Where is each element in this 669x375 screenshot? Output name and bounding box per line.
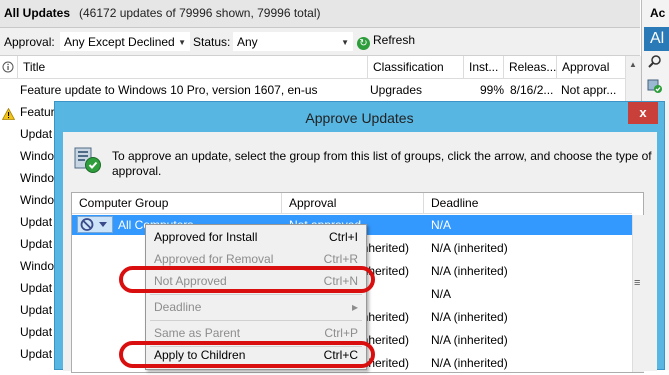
results-titlebar: All Updates (46172 updates of 79996 show… (0, 0, 640, 28)
close-button[interactable]: x (628, 102, 658, 124)
approve-action-icon[interactable] (647, 78, 663, 97)
highlight-oval-not-approved (119, 266, 375, 293)
menu-separator (150, 320, 362, 321)
menu-item-deadline[interactable]: Deadline ▸ (154, 296, 358, 318)
approve-updates-icon (73, 144, 103, 174)
grid-header-approval[interactable]: Approval (282, 193, 424, 214)
refresh-icon: ↻ (357, 37, 370, 50)
info-column-icon (0, 56, 17, 78)
close-icon: x (639, 105, 647, 120)
refresh-button[interactable]: ↻ Refresh (357, 33, 415, 50)
filter-bar: Approval: Any Except Declined ▼ Status: … (0, 28, 640, 56)
actions-header: Ac (650, 6, 666, 20)
chevron-down-icon: ▼ (341, 38, 349, 47)
column-classification[interactable]: Classification (367, 56, 463, 78)
view-title: All Updates (4, 6, 71, 20)
updates-table-header: Title Classification Inst... Releas... A… (0, 56, 640, 79)
table-row[interactable]: Feature update to Windows 10 Pro, versio… (0, 79, 640, 101)
scroll-grip-icon[interactable]: ≡ (634, 277, 640, 289)
chevron-down-icon: ▼ (178, 38, 186, 47)
dialog-title: Approve Updates (305, 110, 414, 126)
highlight-oval-apply-to-children (119, 341, 375, 368)
approval-filter-select[interactable]: Any Except Declined ▼ (60, 32, 190, 51)
grid-cell-deadline: N/A (431, 218, 452, 232)
menu-item-approved-for-install[interactable]: Approved for Install Ctrl+I (154, 226, 358, 248)
status-filter-select[interactable]: Any ▼ (233, 32, 353, 51)
menu-separator (150, 294, 362, 295)
update-count: (46172 updates of 79996 shown, 79996 tot… (79, 6, 321, 20)
status-filter-label: Status: (193, 35, 231, 49)
column-title[interactable]: Title (17, 56, 367, 78)
grid-header-deadline[interactable]: Deadline (424, 193, 632, 214)
column-installed[interactable]: Inst... (463, 56, 503, 78)
actions-selected-item[interactable]: Al (644, 27, 669, 51)
column-approval[interactable]: Approval (556, 56, 625, 78)
approval-filter-label: Approval: (4, 35, 55, 49)
grid-scrollbar[interactable]: ≡ (632, 215, 644, 372)
dialog-instructions: To approve an update, select the group f… (112, 149, 652, 178)
search-icon[interactable] (648, 54, 662, 71)
column-release[interactable]: Releas... (503, 56, 556, 78)
submenu-arrow-icon: ▸ (351, 300, 358, 314)
grid-header-computer-group[interactable]: Computer Group (72, 193, 282, 214)
scroll-up-icon[interactable]: ▲ (629, 60, 637, 69)
approval-dropdown-button[interactable] (77, 216, 113, 233)
